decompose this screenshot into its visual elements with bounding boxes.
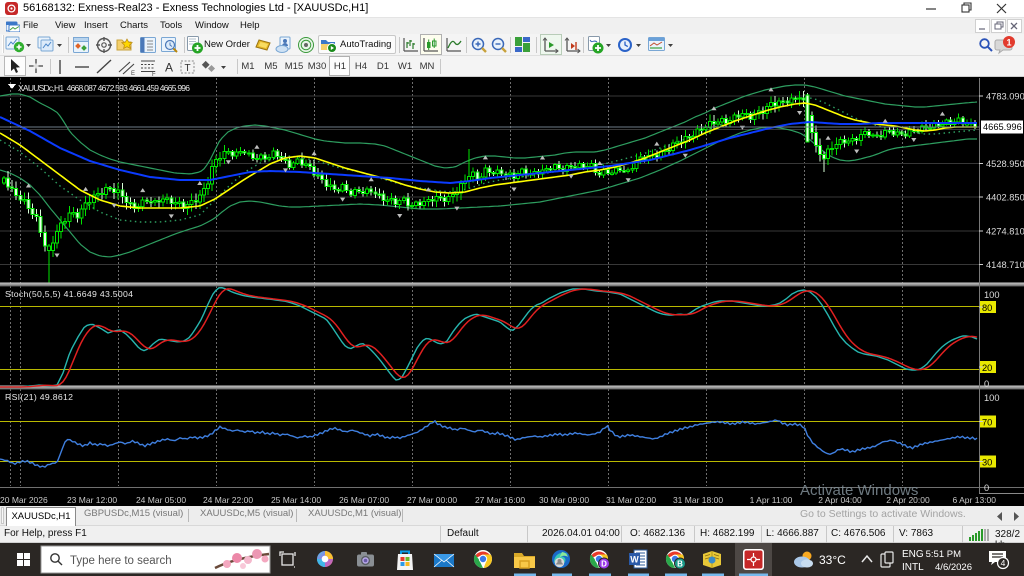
svg-text:Stoch(50,5,5) 41.6649 43.5004: Stoch(50,5,5) 41.6649 43.5004: [5, 289, 133, 299]
svg-text:25 Mar 14:00: 25 Mar 14:00: [271, 495, 321, 505]
svg-text:4528.950: 4528.950: [986, 159, 1024, 169]
svg-text:D: D: [601, 560, 607, 569]
svg-text:T: T: [185, 63, 191, 74]
svg-text:1: 1: [1006, 38, 1011, 48]
svg-text:4/6/2026: 4/6/2026: [935, 562, 972, 573]
svg-text:4148.710: 4148.710: [986, 260, 1024, 270]
svg-text:31 Mar 02:00: 31 Mar 02:00: [606, 495, 656, 505]
svg-text:0: 0: [984, 379, 989, 389]
svg-text:30: 30: [982, 458, 992, 468]
svg-text:A: A: [165, 61, 173, 75]
svg-text:20 Mar 2026: 20 Mar 2026: [0, 495, 48, 505]
svg-text:ENG: ENG: [902, 549, 924, 560]
svg-text:INTL: INTL: [902, 562, 924, 573]
svg-text:4: 4: [1001, 558, 1006, 568]
svg-text:100: 100: [984, 290, 1000, 300]
svg-text:100: 100: [984, 393, 1000, 403]
svg-text:31 Mar 18:00: 31 Mar 18:00: [673, 495, 723, 505]
svg-text:27 Mar 16:00: 27 Mar 16:00: [475, 495, 525, 505]
svg-text:20: 20: [982, 363, 992, 373]
svg-text:23 Mar 12:00: 23 Mar 12:00: [67, 495, 117, 505]
svg-text:4665.996: 4665.996: [983, 122, 1022, 132]
svg-text:27 Mar 00:00: 27 Mar 00:00: [407, 495, 457, 505]
svg-text:5:51 PM: 5:51 PM: [926, 549, 961, 560]
svg-text:W: W: [630, 555, 639, 565]
svg-text:26 Mar 07:00: 26 Mar 07:00: [339, 495, 389, 505]
svg-text:4402.850: 4402.850: [986, 193, 1024, 203]
svg-text:Activate Windows: Activate Windows: [800, 482, 918, 499]
svg-text:XAUUSDc,H1 4668.087 4672.593: XAUUSDc,H1 4668.087 4672.593 4661.459 46…: [18, 83, 190, 93]
svg-text:1 Apr 11:00: 1 Apr 11:00: [750, 495, 793, 505]
svg-text:24 Mar 05:00: 24 Mar 05:00: [136, 495, 186, 505]
svg-text:Type here to search: Type here to search: [70, 555, 172, 567]
svg-text:30 Mar 09:00: 30 Mar 09:00: [539, 495, 589, 505]
svg-text:33°C: 33°C: [819, 553, 846, 567]
svg-text:0: 0: [984, 483, 989, 493]
svg-text:B: B: [677, 560, 683, 569]
svg-text:80: 80: [982, 303, 992, 313]
svg-text:RSI(21) 49.8612: RSI(21) 49.8612: [5, 392, 73, 402]
svg-text:70: 70: [982, 418, 992, 428]
svg-text:4274.810: 4274.810: [986, 226, 1024, 236]
svg-text:4783.090: 4783.090: [986, 92, 1024, 102]
svg-text:24 Mar 22:00: 24 Mar 22:00: [203, 495, 253, 505]
svg-text:6 Apr 13:00: 6 Apr 13:00: [953, 495, 997, 505]
